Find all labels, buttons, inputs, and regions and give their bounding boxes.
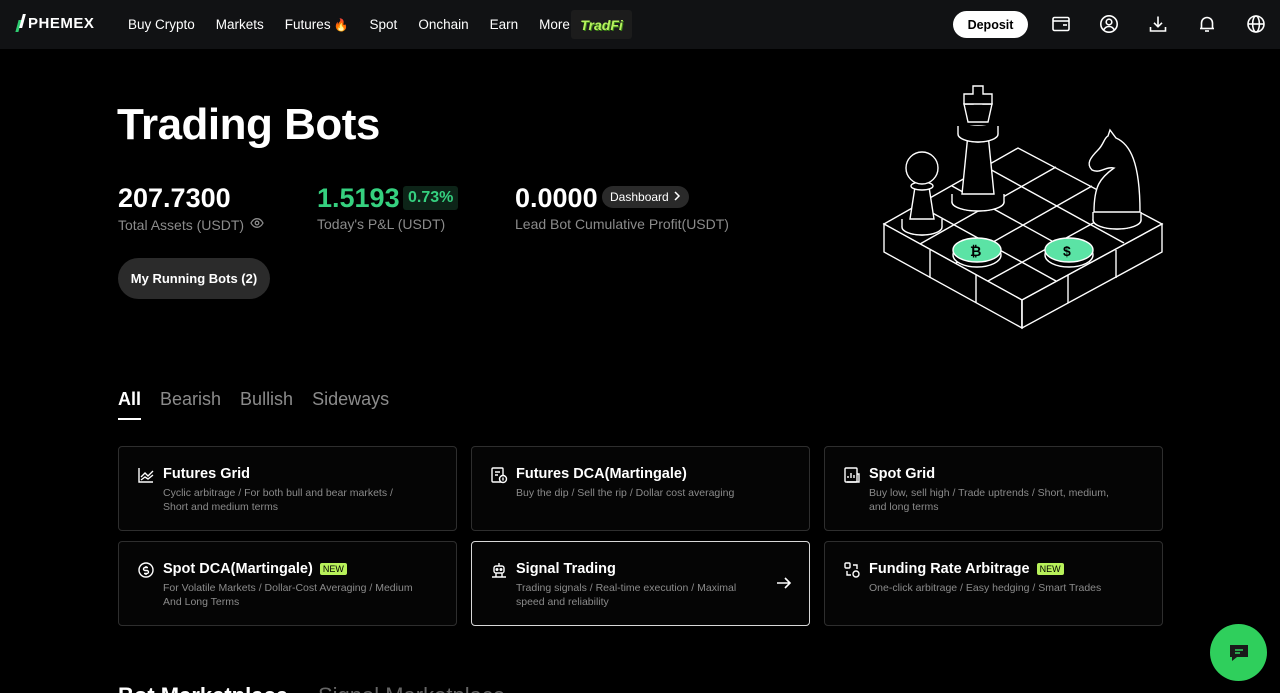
card-title-text: Funding Rate Arbitrage xyxy=(869,561,1030,577)
phemex-logo[interactable]: PHEMEX xyxy=(17,14,94,32)
tab-signal-marketplace[interactable]: Signal Marketplace xyxy=(318,683,505,693)
nav-futures-label: Futures xyxy=(284,17,331,32)
card-title-text: Futures Grid xyxy=(163,466,251,482)
dashboard-label: Dashboard xyxy=(610,190,669,204)
card-title: Spot Grid xyxy=(869,466,935,482)
card-desc: Buy the dip / Sell the rip / Dollar cost… xyxy=(516,487,735,499)
deposit-button[interactable]: Deposit xyxy=(953,11,1028,38)
card-title: Funding Rate Arbitrage NEW xyxy=(869,561,1064,577)
eye-icon[interactable] xyxy=(250,216,264,233)
pnl-label: Today's P&L (USDT) xyxy=(317,216,446,232)
logo-text: PHEMEX xyxy=(28,14,95,32)
arbitrage-icon xyxy=(844,562,860,578)
card-futures-grid[interactable]: Futures Grid Cyclic arbitrage / For both… xyxy=(118,446,457,531)
lead-profit-value: 0.0000 xyxy=(515,183,598,213)
card-title-text: Signal Trading xyxy=(516,561,616,577)
nav-markets[interactable]: Markets xyxy=(216,17,264,32)
tab-bearish[interactable]: Bearish xyxy=(160,389,221,420)
total-assets-label: Total Assets (USDT) xyxy=(118,216,264,233)
card-desc: Trading signals / Real-time execution / … xyxy=(516,582,737,608)
lead-profit-label: Lead Bot Cumulative Profit(USDT) xyxy=(515,216,729,232)
my-running-bots-button[interactable]: My Running Bots (2) xyxy=(118,258,270,299)
chat-support-button[interactable] xyxy=(1210,624,1267,681)
card-title: Futures DCA(Martingale) xyxy=(516,466,687,482)
nav-futures[interactable]: Futures 🔥 xyxy=(285,17,349,32)
nav-more[interactable]: More xyxy=(539,17,570,32)
card-title: Signal Trading xyxy=(516,561,616,577)
svg-text:$: $ xyxy=(1063,243,1071,259)
tab-all[interactable]: All xyxy=(118,389,142,420)
card-title: Spot DCA(Martingale) NEW xyxy=(163,561,347,577)
flame-icon: 🔥 xyxy=(333,17,349,32)
dashboard-button[interactable]: Dashboard xyxy=(602,186,689,208)
card-futures-dca[interactable]: Futures DCA(Martingale) Buy the dip / Se… xyxy=(471,446,810,531)
page-title: Trading Bots xyxy=(117,100,380,149)
new-badge: NEW xyxy=(319,563,347,575)
svg-text:₿: ₿ xyxy=(970,243,981,259)
nav-earn[interactable]: Earn xyxy=(490,17,519,32)
nav-onchain[interactable]: Onchain xyxy=(418,17,468,32)
signal-bot-icon xyxy=(492,563,506,578)
card-funding-rate-arbitrage[interactable]: Funding Rate Arbitrage NEW One-click arb… xyxy=(824,541,1163,626)
card-title-text: Futures DCA(Martingale) xyxy=(516,466,687,482)
top-nav: PHEMEX Buy Crypto Markets Futures 🔥 Spot… xyxy=(0,0,1280,49)
tab-bullish[interactable]: Bullish xyxy=(240,389,293,420)
nav-spot[interactable]: Spot xyxy=(370,17,398,32)
download-icon[interactable] xyxy=(1147,13,1169,35)
strategy-tabs: All Bearish Bullish Sideways xyxy=(118,389,389,420)
chart-line-icon xyxy=(138,468,154,483)
dca-doc-icon xyxy=(491,467,508,484)
pnl-percent-badge: 0.73% xyxy=(403,186,459,210)
spot-grid-icon xyxy=(844,467,860,483)
total-assets-value: 207.7300 xyxy=(118,183,231,213)
arrow-right-icon[interactable] xyxy=(775,574,793,592)
marketplace-tabs: Bot Marketplace Signal Marketplace xyxy=(118,683,505,693)
nav-menu: Buy Crypto Markets Futures 🔥 Spot Onchai… xyxy=(128,0,570,49)
pnl-value: 1.5193 xyxy=(317,183,400,213)
tab-bot-marketplace[interactable]: Bot Marketplace xyxy=(118,683,288,693)
bell-icon[interactable] xyxy=(1196,13,1218,35)
card-desc: For Volatile Markets / Dollar-Cost Avera… xyxy=(163,582,413,608)
globe-icon[interactable] xyxy=(1245,13,1267,35)
card-signal-trading[interactable]: Signal Trading Trading signals / Real-ti… xyxy=(471,541,810,626)
logo-mark-icon xyxy=(17,14,25,32)
nav-buy-crypto[interactable]: Buy Crypto xyxy=(128,17,195,32)
card-desc: Cyclic arbitrage / For both bull and bea… xyxy=(163,487,393,513)
new-badge: NEW xyxy=(1036,563,1064,575)
total-assets-label-text: Total Assets (USDT) xyxy=(118,216,245,233)
card-title-text: Spot DCA(Martingale) xyxy=(163,561,313,577)
wallet-icon[interactable] xyxy=(1050,13,1072,35)
card-title: Futures Grid xyxy=(163,466,250,482)
user-icon[interactable] xyxy=(1098,13,1120,35)
tab-sideways[interactable]: Sideways xyxy=(312,389,389,420)
chevron-right-icon xyxy=(673,190,681,204)
tradfi-badge[interactable]: TradFi xyxy=(571,10,632,39)
card-desc: Buy low, sell high / Trade uptrends / Sh… xyxy=(869,487,1109,513)
chat-icon xyxy=(1229,644,1248,661)
dollar-cycle-icon xyxy=(138,562,154,578)
card-title-text: Spot Grid xyxy=(869,466,936,482)
card-desc: One-click arbitrage / Easy hedging / Sma… xyxy=(869,582,1102,594)
card-spot-dca[interactable]: Spot DCA(Martingale) NEW For Volatile Ma… xyxy=(118,541,457,626)
chess-illustration: ₿ $ xyxy=(882,85,1164,330)
card-spot-grid[interactable]: Spot Grid Buy low, sell high / Trade upt… xyxy=(824,446,1163,531)
